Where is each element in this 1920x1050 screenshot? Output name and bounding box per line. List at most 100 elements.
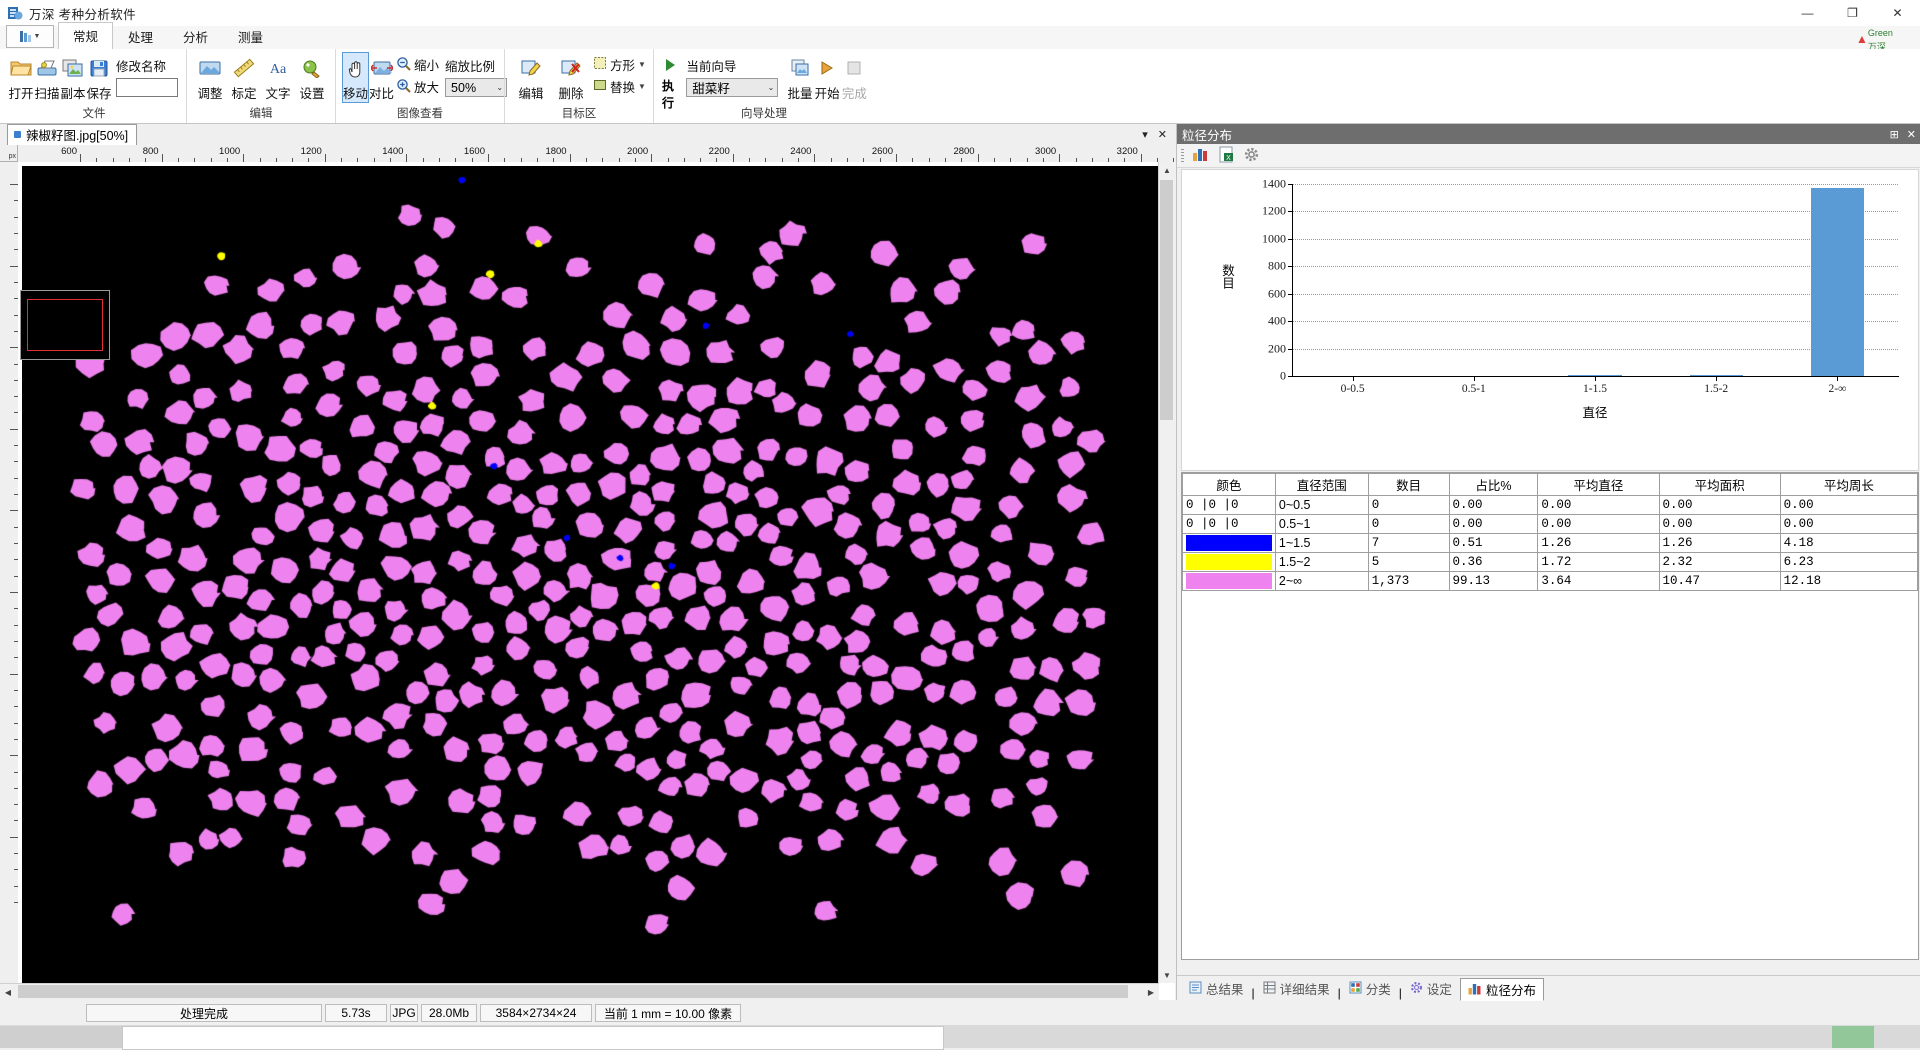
image-canvas-area[interactable] (18, 162, 1159, 983)
scroll-down-button[interactable]: ▼ (1159, 967, 1175, 983)
col-color[interactable]: 颜色 (1183, 474, 1276, 496)
chevron-down-icon[interactable]: ▼ (638, 82, 646, 91)
open-button[interactable]: 打开 (8, 52, 34, 102)
horizontal-scroll-thumb[interactable] (18, 985, 1128, 998)
cell-avg-perimeter[interactable]: 6.23 (1780, 553, 1917, 572)
save-button[interactable]: 保存 (86, 52, 112, 102)
ribbon-tab-analysis[interactable]: 分析 (168, 23, 223, 50)
cell-count[interactable]: 7 (1368, 534, 1449, 553)
cell-color[interactable] (1183, 534, 1276, 553)
toolbar-grip[interactable] (1181, 149, 1184, 162)
execute-label[interactable]: 执行 (662, 77, 678, 111)
cell-count[interactable]: 5 (1368, 553, 1449, 572)
document-collapse-icon[interactable]: ▾ (1142, 128, 1148, 141)
cell-avg-perimeter[interactable]: 4.18 (1780, 534, 1917, 553)
zoom-ratio-select[interactable]: 50% ⌄ (445, 78, 507, 97)
ribbon-tab-general[interactable]: 常规 (58, 22, 113, 50)
col-avg-diameter[interactable]: 平均直径 (1538, 474, 1659, 496)
text-button[interactable]: Aa 文字 (261, 52, 295, 102)
vertical-scrollbar[interactable]: ▲ ▼ (1158, 162, 1175, 983)
cell-avg-diameter[interactable]: 0.00 (1538, 496, 1659, 515)
cell-percent[interactable]: 0.51 (1449, 534, 1538, 553)
chevron-down-icon[interactable]: ▼ (638, 60, 646, 69)
cell-avg-area[interactable]: 2.32 (1659, 553, 1780, 572)
col-diameter-range[interactable]: 直径范围 (1275, 474, 1368, 496)
rename-input[interactable] (116, 78, 178, 97)
panel-tab-distribution[interactable]: 粒径分布 (1460, 978, 1544, 1001)
chart-bars-icon[interactable] (1192, 146, 1210, 165)
particle-size-table[interactable]: 颜色 直径范围 数目 占比% 平均直径 平均面积 平均周长 0 |0 |00~0… (1181, 472, 1919, 960)
panel-close-icon[interactable]: ✕ (1907, 128, 1916, 141)
cell-range[interactable]: 1~1.5 (1275, 534, 1368, 553)
cell-avg-area[interactable]: 0.00 (1659, 515, 1780, 534)
document-tab[interactable]: 辣椒籽图.jpg[50%] (7, 124, 137, 146)
scroll-up-button[interactable]: ▲ (1159, 162, 1175, 178)
table-row[interactable]: 0 |0 |00.5~100.000.000.000.00 (1183, 515, 1918, 534)
cell-avg-area[interactable]: 0.00 (1659, 496, 1780, 515)
app-menu-button[interactable]: ▼ (6, 25, 54, 48)
ribbon-tab-process[interactable]: 处理 (113, 23, 168, 50)
ribbon-tab-measure[interactable]: 测量 (223, 23, 278, 50)
analysed-seed-image[interactable] (22, 166, 1158, 983)
cell-range[interactable]: 1.5~2 (1275, 553, 1368, 572)
minimize-button[interactable]: — (1785, 0, 1830, 26)
col-avg-area[interactable]: 平均面积 (1659, 474, 1780, 496)
table-row[interactable]: 1.5~250.361.722.326.23 (1183, 553, 1918, 572)
adjust-button[interactable]: 调整 (193, 52, 227, 102)
col-count[interactable]: 数目 (1368, 474, 1449, 496)
cell-avg-diameter[interactable]: 1.26 (1538, 534, 1659, 553)
taskbar-window-strip[interactable] (122, 1026, 944, 1050)
chart-bar[interactable] (1811, 188, 1864, 376)
calibrate-button[interactable]: 标定 (227, 52, 261, 102)
cell-avg-diameter[interactable]: 0.00 (1538, 515, 1659, 534)
navigator-thumbnail[interactable] (20, 290, 110, 360)
table-row[interactable]: 0 |0 |00~0.500.000.000.000.00 (1183, 496, 1918, 515)
cell-range[interactable]: 0.5~1 (1275, 515, 1368, 534)
replace-button[interactable]: 替换 ▼ (593, 77, 646, 96)
finish-button[interactable]: 完成 (841, 52, 868, 102)
cell-color[interactable]: 0 |0 |0 (1183, 496, 1276, 515)
cell-range[interactable]: 2~∞ (1275, 572, 1368, 591)
chart-bar[interactable] (1568, 375, 1621, 376)
close-button[interactable]: ✕ (1875, 0, 1920, 26)
vertical-scroll-thumb[interactable] (1160, 180, 1173, 420)
chart-bar[interactable] (1690, 375, 1743, 376)
compare-button[interactable]: 对比 (369, 52, 394, 102)
cell-count[interactable]: 0 (1368, 515, 1449, 534)
duplicate-button[interactable]: 副本 (60, 52, 86, 102)
cell-percent[interactable]: 99.13 (1449, 572, 1538, 591)
panel-tab-summary[interactable]: 总结果 (1181, 977, 1252, 1000)
wizard-select[interactable]: 甜菜籽 ⌄ (686, 78, 778, 97)
panel-tab-classify[interactable]: 分类 (1341, 977, 1399, 1000)
cell-avg-diameter[interactable]: 3.64 (1538, 572, 1659, 591)
cell-avg-perimeter[interactable]: 0.00 (1780, 515, 1917, 534)
zoom-out-button[interactable]: 缩小 (396, 55, 439, 74)
cell-avg-area[interactable]: 1.26 (1659, 534, 1780, 553)
horizontal-scrollbar[interactable]: ◀ ▶ (0, 983, 1159, 1000)
table-row[interactable]: 2~∞1,37399.133.6410.4712.18 (1183, 572, 1918, 591)
pin-icon[interactable]: ⊞ (1890, 128, 1899, 141)
scroll-right-button[interactable]: ▶ (1143, 984, 1159, 1000)
document-close-icon[interactable]: ✕ (1158, 128, 1167, 141)
cell-percent[interactable]: 0.00 (1449, 515, 1538, 534)
navigator-viewport-box[interactable] (27, 299, 103, 351)
cell-avg-perimeter[interactable]: 12.18 (1780, 572, 1917, 591)
cell-range[interactable]: 0~0.5 (1275, 496, 1368, 515)
cell-percent[interactable]: 0.36 (1449, 553, 1538, 572)
cell-color[interactable] (1183, 572, 1276, 591)
cell-percent[interactable]: 0.00 (1449, 496, 1538, 515)
scroll-left-button[interactable]: ◀ (0, 984, 16, 1000)
table-row[interactable]: 1~1.570.511.261.264.18 (1183, 534, 1918, 553)
cell-avg-perimeter[interactable]: 0.00 (1780, 496, 1917, 515)
panel-tab-settings[interactable]: 设定 (1402, 977, 1460, 1000)
edit-region-button[interactable]: 编辑 (511, 52, 551, 102)
cell-count[interactable]: 1,373 (1368, 572, 1449, 591)
col-percent[interactable]: 占比% (1449, 474, 1538, 496)
cell-count[interactable]: 0 (1368, 496, 1449, 515)
cell-avg-diameter[interactable]: 1.72 (1538, 553, 1659, 572)
settings-button[interactable]: 设置 (295, 52, 329, 102)
cell-color[interactable] (1183, 553, 1276, 572)
cell-color[interactable]: 0 |0 |0 (1183, 515, 1276, 534)
zoom-in-button[interactable]: 放大 (396, 77, 439, 96)
col-avg-perimeter[interactable]: 平均周长 (1780, 474, 1917, 496)
